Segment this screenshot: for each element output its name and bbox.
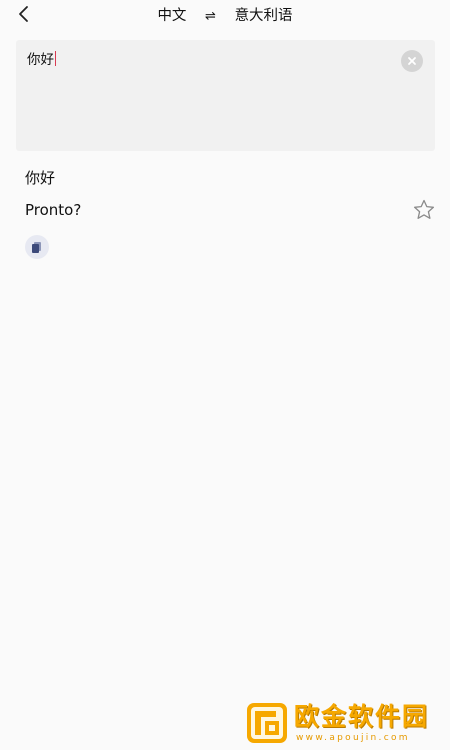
source-language[interactable]: 中文 <box>157 7 186 25</box>
translate-screen: 中文 ⇌ 意大利语 你好 你好 Pronto? 欧金软件园 www.apouji… <box>0 0 450 750</box>
input-field[interactable]: 你好 <box>27 51 56 69</box>
watermark-title: 欧金软件园 <box>294 702 430 731</box>
close-icon <box>408 57 416 65</box>
result-source-text: 你好 <box>25 169 56 187</box>
text-caret <box>55 51 56 66</box>
target-language[interactable]: 意大利语 <box>235 7 293 25</box>
favorite-button[interactable] <box>412 198 436 222</box>
copy-icon <box>32 242 41 253</box>
swap-languages-button[interactable]: ⇌ <box>205 8 216 26</box>
header-bar: 中文 ⇌ 意大利语 <box>0 0 450 34</box>
watermark-url: www.apoujin.com <box>296 733 410 743</box>
input-value: 你好 <box>27 52 54 68</box>
site-logo-icon <box>247 703 287 743</box>
copy-button[interactable] <box>25 235 49 259</box>
site-watermark: 欧金软件园 www.apoujin.com <box>246 700 444 746</box>
result-translation: Pronto? <box>25 201 82 219</box>
clear-button[interactable] <box>401 50 423 72</box>
star-outline-icon <box>413 199 435 219</box>
language-selector: 中文 ⇌ 意大利语 <box>0 7 450 26</box>
input-area[interactable]: 你好 <box>16 40 435 151</box>
